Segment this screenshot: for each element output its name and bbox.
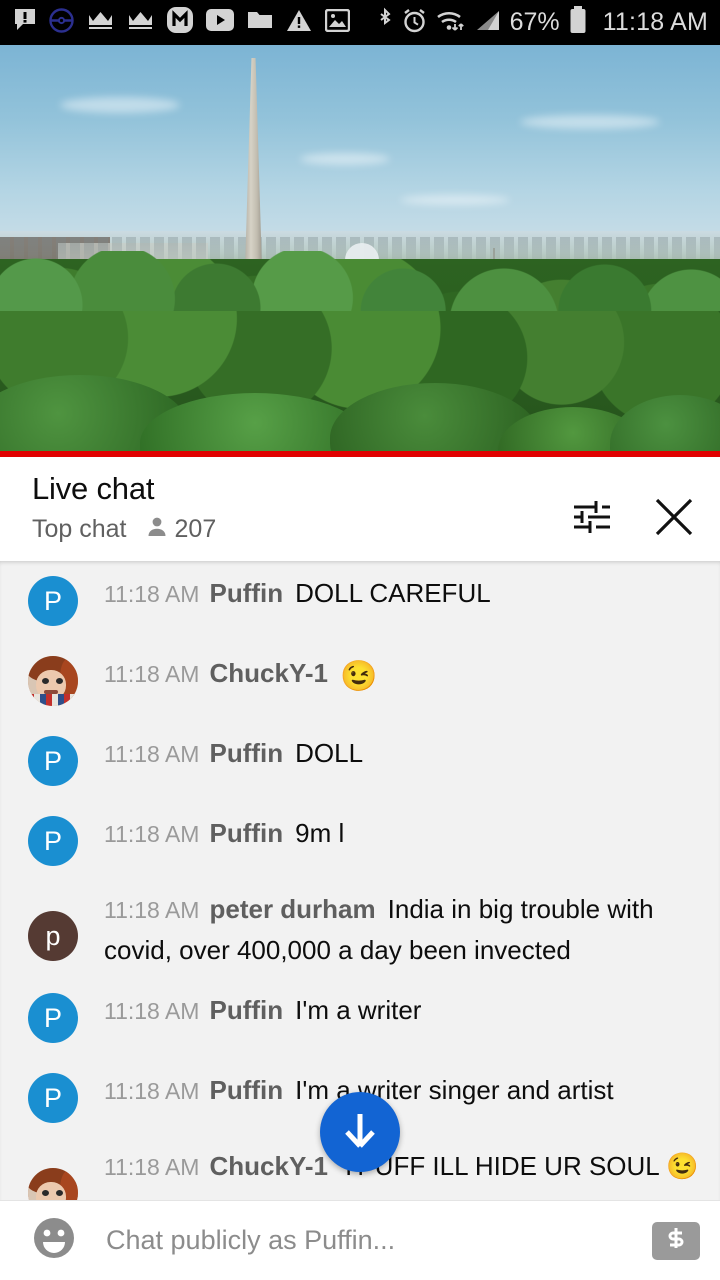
folder-icon <box>247 9 273 36</box>
live-chat-header: Live chat Top chat 207 <box>0 457 720 561</box>
status-bar-clock: 11:18 AM <box>602 8 708 36</box>
chat-message-body: 11:18 AM Puffin I'm a writer singer and ar… <box>104 1070 702 1111</box>
cloud <box>520 115 660 129</box>
avatar-letter: P <box>43 1002 62 1033</box>
close-x-icon[interactable] <box>650 493 698 546</box>
chat-message-row[interactable]: P 11:18 AM Puffin DOLL CAREFUL <box>0 561 720 641</box>
video-frame-image <box>0 45 720 457</box>
avatar[interactable]: P <box>28 816 78 866</box>
video-player[interactable] <box>0 45 720 457</box>
youtube-icon <box>206 9 234 36</box>
speech-bubble-alert-icon <box>14 8 36 37</box>
chat-message-body: 11:18 AM Puffin DOLL CAREFUL <box>104 573 702 614</box>
message-author[interactable]: Puffin <box>209 818 283 848</box>
cloud <box>300 153 390 165</box>
avatar[interactable] <box>28 656 78 706</box>
avatar-photo <box>28 656 78 706</box>
chat-message-row[interactable]: p 11:18 AM peter durham India in big troub… <box>0 881 720 978</box>
status-bar: 67% 11:18 AM <box>0 0 720 45</box>
cloud <box>60 97 180 113</box>
message-timestamp: 11:18 AM <box>104 741 200 767</box>
chat-message-body: 11:18 AM Puffin I'm a writer <box>104 990 702 1031</box>
message-author[interactable]: ChuckY-1 <box>209 1151 328 1181</box>
message-text: 9m l <box>295 818 345 848</box>
crown-icon <box>87 9 114 36</box>
warning-triangle-icon <box>286 9 312 37</box>
message-timestamp: 11:18 AM <box>104 661 200 687</box>
message-author[interactable]: Puffin <box>209 995 283 1025</box>
message-text: DOLL CAREFUL <box>295 578 491 608</box>
avatar-letter: P <box>43 745 62 776</box>
scroll-to-bottom-button[interactable] <box>320 1092 400 1172</box>
message-text: 😉 <box>339 660 378 693</box>
superchat-button[interactable] <box>652 1221 700 1260</box>
chat-input-field[interactable] <box>106 1225 636 1256</box>
tune-sliders-icon[interactable] <box>570 495 614 544</box>
avatar[interactable]: p <box>28 911 78 961</box>
message-timestamp: 11:18 AM <box>104 1154 200 1180</box>
chat-message-body: 11:18 AM Puffin 9m l <box>104 813 702 854</box>
message-timestamp: 11:18 AM <box>104 1078 200 1104</box>
person-icon <box>145 515 169 544</box>
chat-message-body: 11:18 AM ChuckY-1 YPUFF ILL HIDE UR SOUL 😉 <box>104 1146 702 1187</box>
status-bar-left-icons <box>14 7 351 38</box>
battery-percent-label: 67% <box>509 8 560 36</box>
chat-mode-label[interactable]: Top chat <box>32 515 127 544</box>
status-bar-right-icons: 67% 11:18 AM <box>377 6 708 39</box>
message-timestamp: 11:18 AM <box>104 998 200 1024</box>
tree-canopy-top <box>0 251 720 311</box>
chat-subheader: Top chat 207 <box>32 515 570 544</box>
image-icon <box>324 8 351 37</box>
chat-header-text-group: Live chat Top chat 207 <box>32 471 570 544</box>
chat-message-body: 11:18 AM peter durham India in big trouble… <box>104 889 702 970</box>
bluetooth-icon <box>377 7 393 38</box>
crown-icon <box>127 9 154 36</box>
chat-message-row[interactable]: 11:18 AM ChuckY-1 😉 <box>0 641 720 721</box>
message-author[interactable]: peter durham <box>209 894 375 924</box>
chat-message-row[interactable]: P 11:18 AM Puffin DOLL <box>0 721 720 801</box>
avatar-photo <box>28 1168 78 1200</box>
avatar[interactable] <box>28 1168 78 1200</box>
avatar[interactable]: P <box>28 993 78 1043</box>
message-author[interactable]: ChuckY-1 <box>209 658 328 688</box>
wifi-icon <box>436 8 466 38</box>
avatar[interactable]: P <box>28 1073 78 1123</box>
chat-message-row[interactable]: P 11:18 AM Puffin 9m l <box>0 801 720 881</box>
avatar-letter: P <box>43 825 62 856</box>
m-app-icon <box>167 7 193 38</box>
message-timestamp: 11:18 AM <box>104 897 200 923</box>
message-text: YPUFF ILL HIDE UR SOUL 😉 <box>339 1151 699 1181</box>
cellular-signal-icon <box>475 8 501 38</box>
arrow-down-icon <box>337 1107 383 1158</box>
avatar-letter: P <box>43 1082 62 1113</box>
message-timestamp: 11:18 AM <box>104 581 200 607</box>
avatar-letter: p <box>45 920 61 951</box>
chat-message-row[interactable]: P 11:18 AM Puffin I'm a writer <box>0 978 720 1058</box>
emoji-smiley-icon[interactable] <box>30 1214 78 1267</box>
message-text: I'm a writer <box>295 995 422 1025</box>
viewer-count-label: 207 <box>174 514 217 543</box>
message-text: DOLL <box>295 738 364 768</box>
cloud <box>400 195 510 205</box>
message-author[interactable]: Puffin <box>209 738 283 768</box>
viewer-count-group: 207 <box>145 514 217 544</box>
avatar[interactable]: P <box>28 736 78 786</box>
avatar[interactable]: P <box>28 576 78 626</box>
page-title: Live chat <box>32 471 155 506</box>
message-timestamp: 11:18 AM <box>104 821 200 847</box>
pokeball-icon <box>49 7 74 38</box>
chat-input-bar <box>0 1200 720 1280</box>
message-author[interactable]: Puffin <box>209 578 283 608</box>
alarm-clock-icon <box>402 8 427 38</box>
avatar-letter: P <box>43 585 62 616</box>
chat-message-body: 11:18 AM ChuckY-1 😉 <box>104 653 702 697</box>
dollar-bill-icon <box>660 1225 692 1256</box>
chat-header-actions <box>570 493 698 546</box>
battery-icon <box>569 6 587 39</box>
chat-message-body: 11:18 AM Puffin DOLL <box>104 733 702 774</box>
message-author[interactable]: Puffin <box>209 1075 283 1105</box>
